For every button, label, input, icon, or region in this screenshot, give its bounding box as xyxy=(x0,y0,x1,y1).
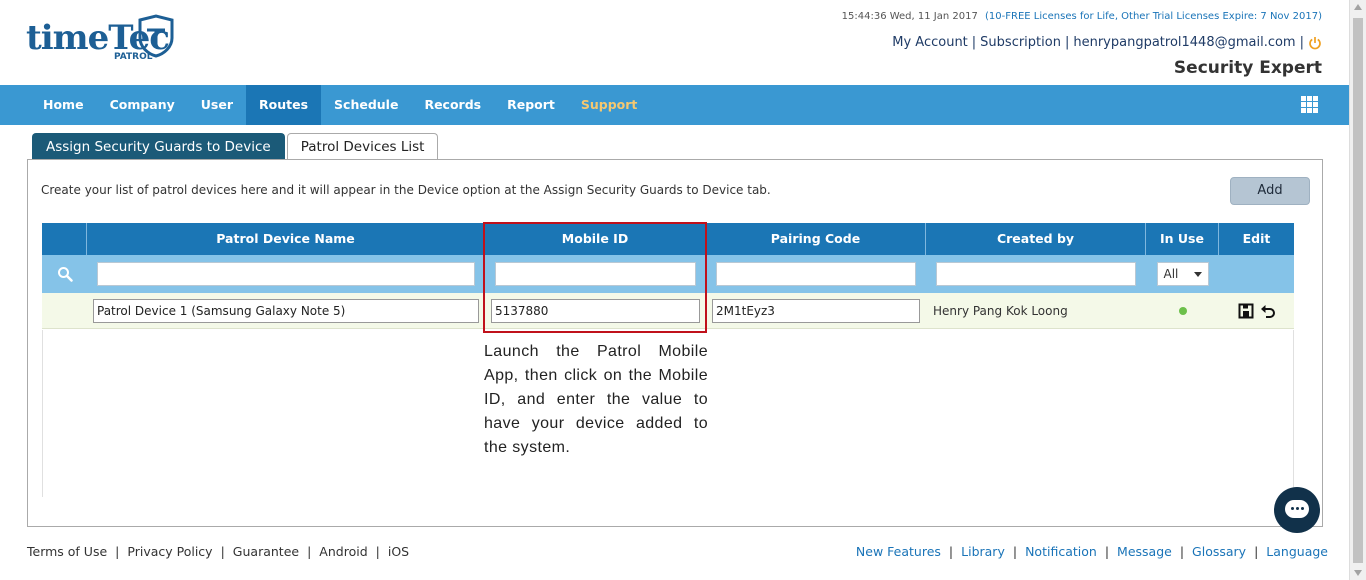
filter-created-by-input[interactable] xyxy=(936,262,1136,286)
filter-search-cell xyxy=(42,255,87,293)
guarantee-link[interactable]: Guarantee xyxy=(233,544,299,559)
table-filter-row: All xyxy=(42,255,1294,293)
filter-in-use-select[interactable]: All xyxy=(1156,262,1209,286)
device-name-field[interactable] xyxy=(93,298,479,323)
glossary-link[interactable]: Glossary xyxy=(1192,544,1246,559)
footer-left-links: Terms of Use | Privacy Policy | Guarantee | An… xyxy=(27,544,410,559)
panel-description: Create your list of patrol devices here … xyxy=(41,183,771,197)
message-link[interactable]: Message xyxy=(1117,544,1172,559)
header-mobile-id[interactable]: Mobile ID xyxy=(485,223,706,255)
nav-company[interactable]: Company xyxy=(97,85,188,125)
mobile-id-field[interactable] xyxy=(491,298,700,323)
table-header-row: Patrol Device Name Mobile ID Pairing Cod… xyxy=(42,223,1294,255)
add-button[interactable]: Add xyxy=(1230,177,1310,205)
nav-home[interactable]: Home xyxy=(0,85,97,125)
timetec-patrol-logo[interactable]: timeTec PATROL xyxy=(26,12,186,68)
nav-records[interactable]: Records xyxy=(411,85,494,125)
tutorial-annotation: Launch the Patrol Mobile App, then click… xyxy=(484,343,708,456)
terms-of-use-link[interactable]: Terms of Use xyxy=(27,544,107,559)
license-note[interactable]: (10-FREE Licenses for Life, Other Trial … xyxy=(985,11,1322,22)
ios-link[interactable]: iOS xyxy=(388,544,409,559)
header-pairing-code[interactable]: Pairing Code xyxy=(706,223,926,255)
notification-link[interactable]: Notification xyxy=(1025,544,1097,559)
nav-report[interactable]: Report xyxy=(494,85,568,125)
save-icon[interactable] xyxy=(1238,303,1254,319)
undo-icon[interactable] xyxy=(1260,303,1276,319)
pairing-code-field[interactable] xyxy=(712,298,920,323)
table-right-border xyxy=(1293,330,1294,497)
header-blank xyxy=(42,223,87,255)
filter-in-use-value: All xyxy=(1163,267,1179,281)
nav-routes[interactable]: Routes xyxy=(246,85,322,125)
header-device-name[interactable]: Patrol Device Name xyxy=(87,223,485,255)
table-row: Henry Pang Kok Loong xyxy=(42,293,1294,329)
devices-table: Patrol Device Name Mobile ID Pairing Cod… xyxy=(42,223,1294,329)
tab-assign-guards[interactable]: Assign Security Guards to Device xyxy=(32,133,285,160)
account-links: My Account | Subscription | henrypangpat… xyxy=(892,35,1322,50)
user-role: Security Expert xyxy=(1173,58,1322,78)
power-icon[interactable] xyxy=(1308,36,1322,50)
privacy-policy-link[interactable]: Privacy Policy xyxy=(127,544,212,559)
footer-right-links: New Features | Library | Notification | Messag… xyxy=(855,544,1328,559)
nav-schedule[interactable]: Schedule xyxy=(321,85,411,125)
android-link[interactable]: Android xyxy=(319,544,367,559)
language-link[interactable]: Language xyxy=(1266,544,1328,559)
created-by-text: Henry Pang Kok Loong xyxy=(933,303,1068,318)
nav-support[interactable]: Support xyxy=(568,85,651,125)
user-email-link[interactable]: henrypangpatrol1448@gmail.com xyxy=(1073,35,1295,50)
scrollbar-thumb[interactable] xyxy=(1353,18,1363,563)
library-link[interactable]: Library xyxy=(961,544,1005,559)
filter-pairing-code-input[interactable] xyxy=(716,262,916,286)
search-icon[interactable] xyxy=(57,266,73,282)
shield-icon xyxy=(138,14,174,58)
in-use-indicator-icon xyxy=(1178,306,1187,315)
table-left-border xyxy=(42,330,43,497)
chat-icon xyxy=(1285,500,1309,518)
scroll-down-icon[interactable] xyxy=(1354,570,1362,576)
filter-mobile-id-input[interactable] xyxy=(495,262,696,286)
tab-patrol-devices-list[interactable]: Patrol Devices List xyxy=(286,133,439,160)
filter-device-name-input[interactable] xyxy=(97,262,475,286)
scroll-up-icon[interactable] xyxy=(1354,4,1362,10)
subscription-link[interactable]: Subscription xyxy=(980,35,1061,50)
nav-user[interactable]: User xyxy=(188,85,246,125)
header-edit: Edit xyxy=(1242,231,1271,246)
chat-button[interactable] xyxy=(1274,487,1320,533)
apps-grid-icon[interactable] xyxy=(1301,96,1319,113)
header-in-use[interactable]: In Use xyxy=(1146,223,1219,255)
current-datetime: 15:44:36 Wed, 11 Jan 2017 xyxy=(841,11,978,22)
page-scrollbar[interactable] xyxy=(1349,0,1366,580)
tab-bar: Assign Security Guards to Device Patrol … xyxy=(32,133,439,160)
row-edit-actions xyxy=(1219,303,1294,319)
my-account-link[interactable]: My Account xyxy=(892,35,968,50)
main-nav: Home Company User Routes Schedule Record… xyxy=(0,85,1349,125)
header-datetime: 15:44:36 Wed, 11 Jan 2017 (10-FREE Licen… xyxy=(842,11,1322,22)
header-created-by[interactable]: Created by xyxy=(926,223,1146,255)
new-features-link[interactable]: New Features xyxy=(856,544,941,559)
chevron-down-icon xyxy=(1193,271,1202,277)
